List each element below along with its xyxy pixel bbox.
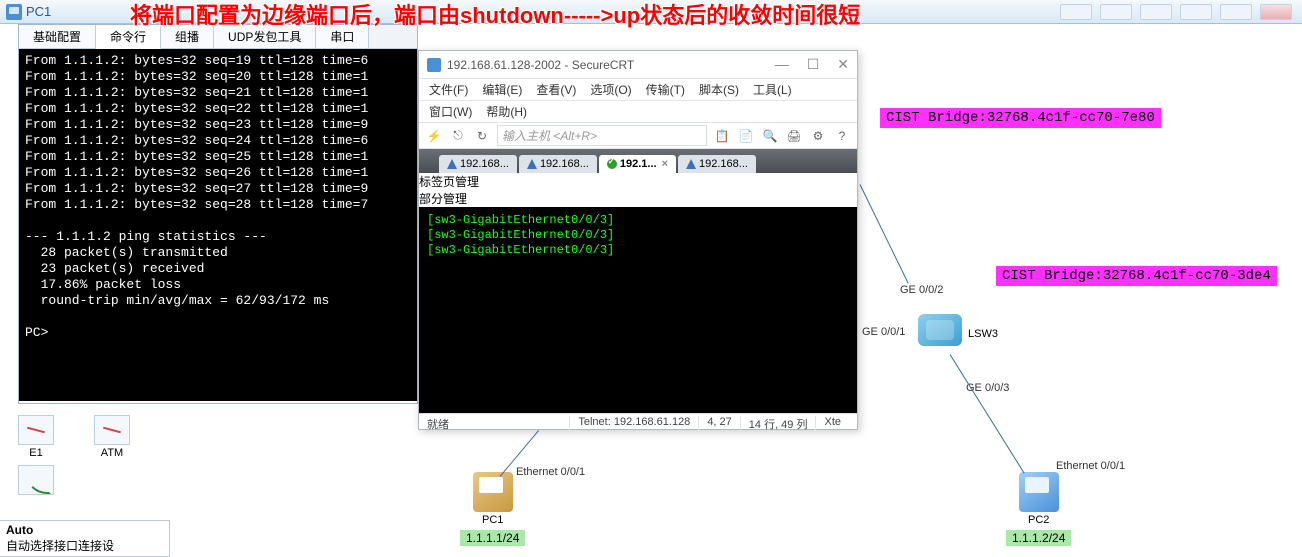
securecrt-terminal[interactable]: [sw3-GigabitEthernet0/0/3] [sw3-GigabitE… bbox=[419, 207, 857, 413]
terminal-content: [sw3-GigabitEthernet0/0/3] [sw3-GigabitE… bbox=[427, 213, 614, 257]
auto-title: Auto bbox=[6, 523, 33, 537]
minimize-button[interactable]: — bbox=[775, 56, 789, 73]
port-label-eth-pc1: Ethernet 0/0/1 bbox=[516, 466, 585, 478]
palette: E1 ATM bbox=[18, 415, 168, 503]
status-pos2: 14 行, 49 列 bbox=[740, 416, 816, 431]
status-ready: 就绪 bbox=[427, 416, 449, 431]
node-pc2[interactable]: PC2 1.1.1.2/24 bbox=[1006, 472, 1071, 546]
link-line bbox=[860, 184, 909, 283]
node-label-pc1: PC1 bbox=[460, 514, 525, 526]
connect-icon[interactable]: ⚡ bbox=[425, 127, 443, 145]
securecrt-titlebar[interactable]: 192.168.61.128-2002 - SecureCRT — ☐ ✕ bbox=[419, 51, 857, 79]
annotation-text: 将端口配置为边缘端口后，端口由shutdown----->up状态后的收敛时间很… bbox=[130, 0, 860, 30]
pc-icon bbox=[6, 4, 22, 20]
pc-icon bbox=[473, 472, 513, 512]
tab-close-icon[interactable]: × bbox=[662, 158, 668, 170]
host-input[interactable]: 输入主机 <Alt+R> bbox=[497, 125, 707, 146]
tool-icon[interactable] bbox=[1180, 4, 1212, 20]
ip-badge-pc2: 1.1.1.2/24 bbox=[1006, 530, 1071, 546]
cable-icon bbox=[18, 465, 54, 495]
auto-desc: 自动选择接口连接设 bbox=[6, 539, 114, 553]
securecrt-statusbar: 就绪 Telnet: 192.168.61.128 4, 27 14 行, 49… bbox=[419, 413, 857, 433]
securecrt-toolbar: ⚡ ⎋ ↻ 输入主机 <Alt+R> 📋 📄 🔍 🖨 ⚙ ? bbox=[419, 123, 857, 149]
settings-icon[interactable]: ⚙ bbox=[809, 127, 827, 145]
link-line bbox=[950, 354, 1025, 473]
print-icon[interactable]: 🖨 bbox=[785, 127, 803, 145]
menu-options[interactable]: 选项(O) bbox=[590, 81, 631, 98]
vertical-tab-1[interactable]: 标签页管理 bbox=[419, 173, 857, 190]
vertical-tab-2[interactable]: 部分管理 bbox=[419, 190, 857, 207]
palette-e1[interactable]: E1 bbox=[18, 415, 54, 459]
cist-bridge-label-1: CIST Bridge:32768.4c1f-cc70-7e80 bbox=[880, 108, 1161, 128]
securecrt-menubar2: 窗口(W) 帮助(H) bbox=[419, 101, 857, 123]
menu-transfer[interactable]: 传输(T) bbox=[646, 81, 685, 98]
session-tab-4[interactable]: 192.168... bbox=[678, 155, 756, 173]
ip-badge-pc1: 1.1.1.1/24 bbox=[460, 530, 525, 546]
menu-view[interactable]: 查看(V) bbox=[536, 81, 576, 98]
disconnect-icon[interactable]: ⎋ bbox=[449, 127, 467, 145]
terminal-content: From 1.1.1.2: bytes=32 seq=19 ttl=128 ti… bbox=[25, 53, 368, 340]
securecrt-icon bbox=[427, 58, 441, 72]
warn-icon bbox=[447, 159, 457, 169]
tool-icon[interactable] bbox=[1220, 4, 1252, 20]
switch-lsw3[interactable]: LSW3 bbox=[918, 314, 962, 352]
status-encoding: Xte bbox=[815, 416, 849, 431]
port-label-ge002: GE 0/0/2 bbox=[900, 284, 943, 296]
copy-icon[interactable]: 📋 bbox=[713, 127, 731, 145]
node-pc1[interactable]: PC1 1.1.1.1/24 bbox=[460, 472, 525, 546]
port-label-ge001: GE 0/0/1 bbox=[862, 326, 905, 338]
close-button[interactable]: ✕ bbox=[837, 56, 849, 73]
securecrt-session-tabs: 192.168... 192.168... 192.1...× 192.168.… bbox=[419, 149, 857, 173]
huawei-logo-icon bbox=[1260, 4, 1292, 20]
session-tab-1[interactable]: 192.168... bbox=[439, 155, 517, 173]
tab-basic-config[interactable]: 基础配置 bbox=[19, 25, 96, 48]
e1-icon bbox=[18, 415, 54, 445]
reconnect-icon[interactable]: ↻ bbox=[473, 127, 491, 145]
pc1-title-text: PC1 bbox=[26, 4, 51, 19]
pc1-window: 基础配置 命令行 组播 UDP发包工具 串口 From 1.1.1.2: byt… bbox=[18, 24, 418, 404]
switch-icon bbox=[918, 314, 962, 352]
session-tab-2[interactable]: 192.168... bbox=[519, 155, 597, 173]
menu-tools[interactable]: 工具(L) bbox=[753, 81, 792, 98]
status-connection: Telnet: 192.168.61.128 bbox=[569, 416, 698, 431]
palette-cable[interactable] bbox=[18, 465, 54, 497]
securecrt-window: 192.168.61.128-2002 - SecureCRT — ☐ ✕ 文件… bbox=[418, 50, 858, 430]
tool-icon[interactable] bbox=[1100, 4, 1132, 20]
maximize-button[interactable]: ☐ bbox=[807, 56, 820, 73]
cist-bridge-label-2: CIST Bridge:32768.4c1f-cc70-3de4 bbox=[996, 266, 1277, 286]
menu-file[interactable]: 文件(F) bbox=[429, 81, 468, 98]
help-icon[interactable]: ? bbox=[833, 127, 851, 145]
port-label-eth-pc2: Ethernet 0/0/1 bbox=[1056, 460, 1125, 472]
palette-atm[interactable]: ATM bbox=[94, 415, 130, 459]
palette-label-e1: E1 bbox=[18, 447, 54, 459]
menu-window[interactable]: 窗口(W) bbox=[429, 103, 472, 120]
menu-edit[interactable]: 编辑(E) bbox=[482, 81, 522, 98]
securecrt-menubar: 文件(F) 编辑(E) 查看(V) 选项(O) 传输(T) 脚本(S) 工具(L… bbox=[419, 79, 857, 101]
paste-icon[interactable]: 📄 bbox=[737, 127, 755, 145]
securecrt-title-text: 192.168.61.128-2002 - SecureCRT bbox=[447, 58, 634, 72]
check-icon bbox=[607, 159, 617, 169]
warn-icon bbox=[686, 159, 696, 169]
find-icon[interactable]: 🔍 bbox=[761, 127, 779, 145]
menu-script[interactable]: 脚本(S) bbox=[699, 81, 739, 98]
toolbar-right-icons bbox=[1060, 4, 1292, 20]
node-label-pc2: PC2 bbox=[1006, 514, 1071, 526]
session-tab-3[interactable]: 192.1...× bbox=[599, 155, 676, 173]
atm-icon bbox=[94, 415, 130, 445]
auto-panel: Auto 自动选择接口连接设 bbox=[0, 520, 170, 557]
pc-icon bbox=[1019, 472, 1059, 512]
menu-help[interactable]: 帮助(H) bbox=[486, 103, 527, 120]
warn-icon bbox=[527, 159, 537, 169]
palette-label-atm: ATM bbox=[94, 447, 130, 459]
switch-label: LSW3 bbox=[968, 328, 998, 340]
tool-icon[interactable] bbox=[1060, 4, 1092, 20]
tool-icon[interactable] bbox=[1140, 4, 1172, 20]
status-pos1: 4, 27 bbox=[698, 416, 739, 431]
pc1-terminal[interactable]: From 1.1.1.2: bytes=32 seq=19 ttl=128 ti… bbox=[19, 49, 417, 401]
